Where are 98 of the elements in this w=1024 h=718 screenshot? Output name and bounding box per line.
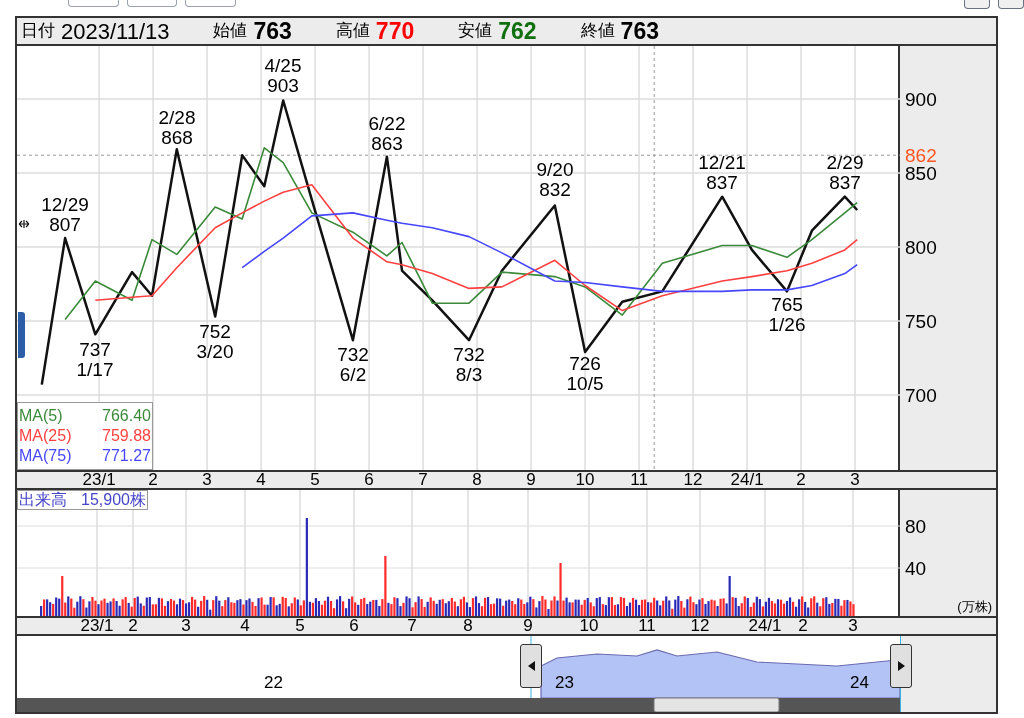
month-label: 10 [575, 472, 595, 488]
month-label: 10 [579, 618, 599, 634]
ma-label: MA(75) [19, 446, 72, 466]
price-label: 終値 [580, 20, 615, 43]
axis-tick-label: 700 [905, 385, 937, 405]
month-label: 6 [364, 472, 374, 488]
price-value: 762 [498, 16, 537, 46]
side-handle[interactable] [18, 312, 25, 358]
month-label: 6 [349, 618, 359, 634]
month-label: 23/1 [82, 472, 116, 488]
month-label: 11 [630, 472, 648, 488]
axis-tick-label: 800 [905, 237, 937, 257]
annotation-price: 837 [829, 173, 861, 193]
axis-tick-label: 40 [905, 559, 927, 578]
range-end-handle[interactable] [890, 644, 912, 688]
axis-tick-label: 850 [905, 163, 937, 183]
annotation-date: 6/22 [368, 114, 406, 134]
annotation-date: 3/20 [196, 342, 234, 362]
annotation-price: 807 [49, 215, 81, 235]
price-value: 763 [620, 16, 659, 46]
range-start-handle[interactable] [520, 644, 542, 688]
annotation-date: 4/25 [264, 56, 302, 76]
year-label: 23 [555, 674, 574, 691]
right-caret-icon [897, 661, 905, 671]
ma-label: MA(5) [19, 406, 63, 426]
month-label: 8 [472, 472, 482, 488]
volume-label: 出来高 [19, 490, 67, 510]
annotation-price: 863 [371, 134, 403, 154]
month-label: 4 [256, 472, 266, 488]
month-label: 9 [523, 618, 533, 634]
toolbar-button[interactable] [963, 0, 990, 9]
annotation-date: 1/26 [768, 315, 806, 335]
scrollbar-thumb[interactable] [653, 697, 780, 712]
month-label: 3 [181, 618, 191, 634]
volume-unit-label: (万株) [957, 600, 992, 613]
annotation-price: 726 [569, 354, 601, 374]
month-label: 3 [848, 618, 858, 634]
toolbar-button[interactable] [126, 0, 177, 7]
annotation-date: 8/3 [455, 365, 483, 385]
year-label: 24 [850, 674, 869, 691]
month-label: 24/1 [748, 618, 782, 634]
month-label: 9 [526, 472, 536, 488]
current-price-label: 862 [905, 146, 937, 166]
price-value: 770 [375, 16, 415, 46]
toolbar-button[interactable] [68, 0, 119, 7]
month-label: 7 [418, 472, 428, 488]
annotation-date: 10/5 [566, 374, 604, 394]
month-label: 5 [310, 472, 320, 488]
date-label: 日付 [21, 20, 55, 43]
double-arrow-icon[interactable] [19, 220, 29, 228]
month-label: 2 [796, 472, 806, 488]
annotation-date: 1/17 [76, 360, 114, 380]
month-label: 4 [240, 618, 250, 634]
volume-value: 15,900株 [81, 490, 146, 510]
left-caret-icon [527, 661, 535, 671]
toolbar-button[interactable] [997, 0, 1024, 9]
annotation-price: 732 [337, 345, 369, 365]
annotation-price: 737 [79, 340, 111, 360]
axis-tick-label: 750 [905, 311, 937, 331]
annotation-date: 6/2 [339, 365, 367, 385]
year-label: 22 [264, 674, 283, 691]
month-label: 11 [638, 618, 656, 634]
month-label: 2 [128, 618, 138, 634]
month-label: 2 [798, 618, 808, 634]
month-label: 8 [463, 618, 473, 634]
date-value: 2023/11/13 [61, 17, 170, 46]
month-label: 24/1 [730, 472, 764, 488]
annotation-price: 752 [199, 322, 231, 342]
month-label: 7 [407, 618, 417, 634]
annotation-price: 732 [453, 345, 485, 365]
axis-tick-label: 80 [905, 517, 927, 536]
annotation-price: 903 [267, 76, 299, 96]
annotation-price: 837 [706, 173, 738, 193]
price-value: 763 [253, 16, 292, 46]
ma-value: 759.88 [102, 426, 151, 446]
month-label: 3 [202, 472, 212, 488]
month-label: 12 [690, 618, 710, 634]
axis-tick-label: 900 [905, 89, 937, 109]
ma-value: 771.27 [102, 446, 151, 466]
toolbar-button[interactable] [185, 0, 236, 7]
month-label: 3 [850, 472, 860, 488]
month-label: 5 [295, 618, 305, 634]
month-label: 23/1 [80, 618, 114, 634]
price-label: 安値 [458, 20, 493, 43]
price-label: 始値 [213, 20, 248, 43]
annotation-date: 2/29 [826, 153, 864, 173]
annotation-price: 868 [161, 128, 193, 148]
annotation-date: 12/21 [698, 153, 746, 173]
annotation-date: 2/28 [158, 108, 196, 128]
month-label: 12 [683, 472, 703, 488]
ma-label: MA(25) [19, 426, 72, 446]
annotation-price: 765 [771, 295, 803, 315]
ma-value: 766.40 [102, 406, 151, 426]
annotation-date: 12/29 [41, 195, 89, 215]
price-label: 高値 [335, 20, 370, 43]
month-label: 2 [148, 472, 158, 488]
annotation-date: 9/20 [536, 160, 574, 180]
annotation-price: 832 [539, 180, 571, 200]
